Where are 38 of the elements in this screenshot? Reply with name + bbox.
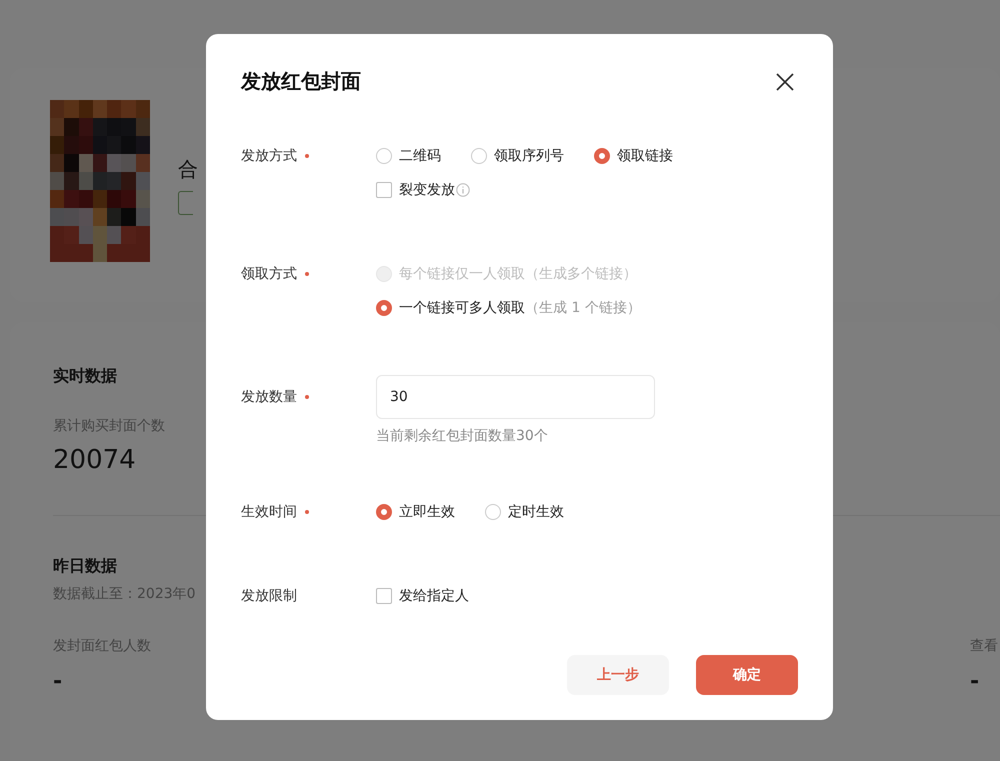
radio-option[interactable]: 定时生效 — [485, 495, 564, 529]
radio-icon[interactable] — [485, 504, 501, 520]
section-title: 实时数据 — [53, 366, 117, 387]
field-label: 领取方式 — [241, 265, 297, 284]
close-icon[interactable] — [776, 72, 794, 90]
metric-value: - — [970, 669, 980, 694]
radio-option[interactable]: 领取链接 — [594, 139, 673, 173]
metric-label: 累计购买封面个数 — [53, 417, 165, 435]
cutoff-text: 数据截止至：2023年0 — [53, 585, 196, 603]
radio-icon[interactable] — [376, 504, 392, 520]
tag-outline — [178, 191, 193, 215]
checkbox-label[interactable]: 发给指定人 — [399, 587, 469, 605]
field-label: 生效时间 — [241, 503, 297, 522]
metric-label: 发封面红包人数 — [53, 637, 151, 655]
radio-icon[interactable] — [471, 148, 487, 164]
field-label: 发放限制 — [241, 587, 297, 606]
quantity-input[interactable]: 30 — [376, 375, 655, 419]
field-label: 发放数量 — [241, 388, 297, 407]
checkbox-label[interactable]: 裂变发放 — [399, 181, 455, 199]
radio-option[interactable]: 一个链接可多人领取（生成 1 个链接） — [376, 291, 641, 325]
radio-option[interactable]: 领取序列号 — [471, 139, 564, 173]
radio-icon[interactable] — [376, 148, 392, 164]
confirm-button[interactable]: 确定 — [696, 655, 798, 695]
radio-icon[interactable] — [376, 300, 392, 316]
profile-name: 合 — [178, 156, 198, 183]
radio-icon[interactable] — [594, 148, 610, 164]
metric-value: 20074 — [53, 445, 136, 475]
dialog-title: 发放红包封面 — [241, 68, 361, 95]
checkbox[interactable] — [376, 588, 392, 604]
hint-text: 当前剩余红包封面数量30个 — [376, 427, 549, 445]
info-icon[interactable] — [456, 183, 470, 197]
checkbox[interactable] — [376, 182, 392, 198]
field-label: 发放方式 — [241, 147, 297, 166]
metric-value: - — [53, 669, 62, 694]
section-title: 昨日数据 — [53, 556, 117, 577]
metric-label: 查看 — [970, 637, 998, 655]
radio-option[interactable]: 立即生效 — [376, 495, 455, 529]
radio-option[interactable]: 二维码 — [376, 139, 441, 173]
